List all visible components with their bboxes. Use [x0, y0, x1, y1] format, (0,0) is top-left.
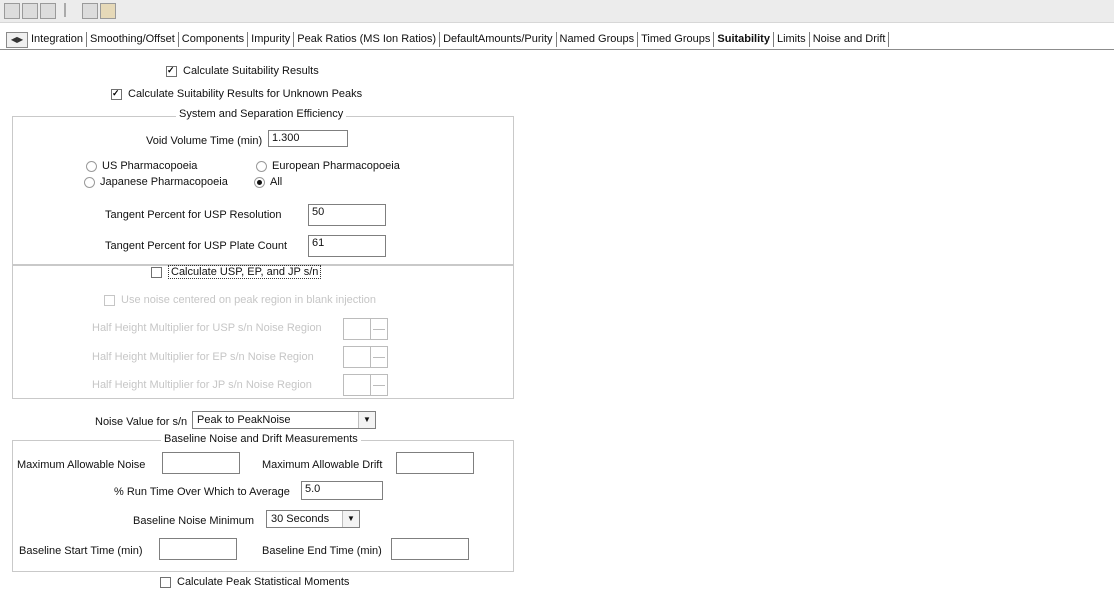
use-noise-checkbox[interactable]: Use noise centered on peak region in bla…: [104, 294, 376, 306]
calc-suitability-checkbox[interactable]: Calculate Suitability Results: [166, 65, 319, 77]
void-volume-label: Void Volume Time (min): [146, 135, 263, 147]
noise-min-select[interactable]: 30 Seconds ▼: [266, 510, 360, 528]
tab-defaultamounts-purity[interactable]: DefaultAmounts/Purity: [440, 32, 557, 47]
noise-min-selected: 30 Seconds: [271, 513, 330, 525]
calc-sn-label: Calculate USP, EP, and JP s/n: [168, 265, 322, 279]
toolbar-button-1[interactable]: [4, 3, 20, 19]
checkbox-icon: [104, 294, 115, 306]
tabs: Integration Smoothing/Offset Components Imp…: [28, 32, 890, 47]
noise-value-selected: Peak to PeakNoise: [197, 414, 291, 426]
calc-suitability-label: Calculate Suitability Results: [183, 65, 319, 77]
checkbox-icon: [151, 266, 162, 278]
radio-all[interactable]: All: [254, 176, 282, 188]
radio-ep-label: European Pharmacopoeia: [272, 160, 400, 172]
use-noise-label: Use noise centered on peak region in bla…: [121, 294, 376, 306]
radio-usp-label: US Pharmacopoeia: [102, 160, 198, 172]
noise-value-select[interactable]: Peak to PeakNoise ▼: [192, 411, 376, 429]
checkbox-icon: [111, 88, 122, 100]
tab-smoothing-offset[interactable]: Smoothing/Offset: [87, 32, 179, 47]
system-efficiency-title: System and Separation Efficiency: [176, 108, 347, 120]
baseline-end-input[interactable]: [391, 538, 469, 560]
half-ep-label: Half Height Multiplier for EP s/n Noise …: [92, 351, 314, 363]
half-jp-spinner[interactable]: [343, 374, 388, 396]
radio-icon: [256, 160, 267, 172]
half-ep-spinner[interactable]: [343, 346, 388, 368]
void-volume-input[interactable]: 1.300: [268, 130, 348, 147]
noise-min-label: Baseline Noise Minimum: [133, 515, 255, 527]
tab-components[interactable]: Components: [179, 32, 249, 47]
max-noise-label: Maximum Allowable Noise: [17, 459, 146, 471]
radio-jp-label: Japanese Pharmacopoeia: [100, 176, 228, 188]
checkbox-icon: [160, 576, 171, 588]
tab-impurity[interactable]: Impurity: [248, 32, 295, 47]
half-usp-label: Half Height Multiplier for USP s/n Noise…: [92, 322, 322, 334]
tab-scroll-arrows[interactable]: ◀▶: [6, 32, 28, 48]
radio-icon: [86, 160, 97, 172]
tangent-resolution-label: Tangent Percent for USP Resolution: [105, 209, 282, 221]
baseline-end-label: Baseline End Time (min): [262, 545, 382, 557]
dropdown-arrow-icon[interactable]: ▼: [342, 511, 359, 527]
tab-peak-ratios-ms-ion-ratios[interactable]: Peak Ratios (MS Ion Ratios): [294, 32, 441, 47]
tangent-plate-input[interactable]: 61: [308, 235, 386, 257]
calc-unknown-label: Calculate Suitability Results for Unknow…: [128, 88, 363, 100]
radio-ep[interactable]: European Pharmacopoeia: [256, 160, 400, 172]
toolbar-button-4[interactable]: [82, 3, 98, 19]
radio-jp[interactable]: Japanese Pharmacopoeia: [84, 176, 228, 188]
half-jp-label: Half Height Multiplier for JP s/n Noise …: [92, 379, 312, 391]
checkbox-icon: [166, 65, 177, 77]
radio-usp[interactable]: US Pharmacopoeia: [86, 160, 197, 172]
calc-sn-checkbox[interactable]: Calculate USP, EP, and JP s/n: [151, 265, 322, 279]
calc-unknown-checkbox[interactable]: Calculate Suitability Results for Unknow…: [111, 88, 362, 100]
tangent-plate-label: Tangent Percent for USP Plate Count: [105, 240, 288, 252]
spin-button[interactable]: [370, 319, 387, 339]
calc-moments-checkbox[interactable]: Calculate Peak Statistical Moments: [160, 576, 349, 588]
tab-timed-groups[interactable]: Timed Groups: [638, 32, 715, 47]
toolbar-button-3[interactable]: [40, 3, 56, 19]
tab-named-groups[interactable]: Named Groups: [557, 32, 639, 47]
radio-all-label: All: [270, 176, 283, 188]
max-noise-input[interactable]: [162, 452, 240, 474]
half-usp-spinner[interactable]: [343, 318, 388, 340]
tab-limits[interactable]: Limits: [774, 32, 810, 47]
max-drift-input[interactable]: [396, 452, 474, 474]
dropdown-arrow-icon[interactable]: ▼: [358, 412, 375, 428]
max-drift-label: Maximum Allowable Drift: [262, 459, 383, 471]
toolbar-button-2[interactable]: [22, 3, 38, 19]
tab-strip: ◀▶ Integration Smoothing/Offset Components…: [0, 32, 1114, 50]
tab-suitability[interactable]: Suitability: [714, 32, 774, 47]
noise-value-label: Noise Value for s/n: [95, 416, 188, 428]
baseline-start-input[interactable]: [159, 538, 237, 560]
toolbar: [0, 0, 1114, 23]
run-time-label: % Run Time Over Which to Average: [114, 486, 290, 498]
tab-integration[interactable]: Integration: [28, 32, 87, 47]
radio-icon: [254, 176, 265, 188]
toolbar-separator: [64, 3, 66, 17]
baseline-start-label: Baseline Start Time (min): [19, 545, 143, 557]
baseline-title: Baseline Noise and Drift Measurements: [161, 433, 361, 445]
calc-moments-label: Calculate Peak Statistical Moments: [177, 576, 350, 588]
spin-button[interactable]: [370, 375, 387, 395]
tangent-resolution-input[interactable]: 50: [308, 204, 386, 226]
toolbar-button-5[interactable]: [100, 3, 116, 19]
spin-button[interactable]: [370, 347, 387, 367]
radio-icon: [84, 176, 95, 188]
tab-noise-and-drift[interactable]: Noise and Drift: [810, 32, 890, 47]
run-time-input[interactable]: 5.0: [301, 481, 383, 500]
